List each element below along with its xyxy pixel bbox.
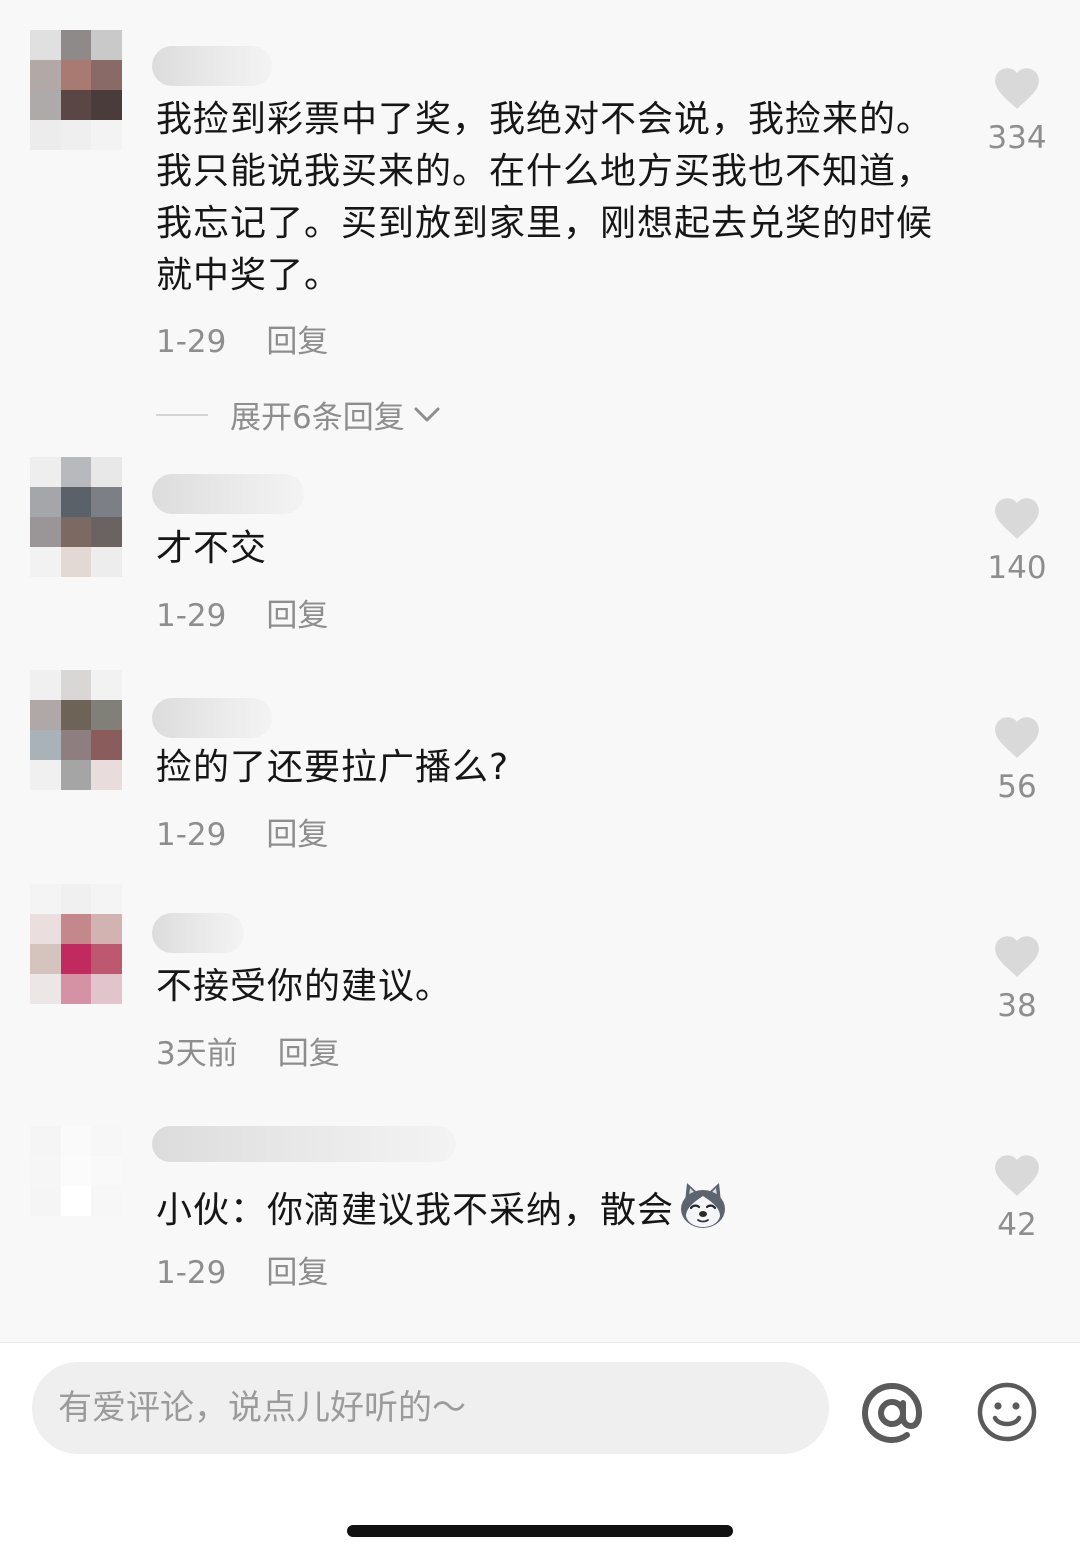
smile-icon[interactable]: [976, 1381, 1038, 1443]
comment-text: 小伙：你滴建议我不采纳，散会: [156, 1180, 956, 1237]
comment-meta: 1-29 回复: [156, 809, 328, 854]
comment-input[interactable]: 有爱评论，说点儿好听的～: [32, 1362, 829, 1454]
comment-meta: 1-29 回复: [156, 1247, 328, 1292]
heart-icon: [995, 936, 1039, 977]
reply-button[interactable]: 回复: [266, 598, 328, 634]
reply-button[interactable]: 回复: [266, 1255, 328, 1291]
comment-meta: 3天前 回复: [156, 1028, 340, 1073]
like-count: 140: [987, 550, 1047, 586]
username[interactable]: [152, 474, 304, 514]
comment-list: 我捡到彩票中了奖，我绝对不会说，我捡来的。我只能说我买来的。在什么地方买我也不知…: [0, 0, 1080, 1342]
heart-icon: [995, 68, 1039, 109]
comment-text: 捡的了还要拉广播么?: [156, 747, 510, 788]
like-count: 42: [997, 1207, 1037, 1243]
username[interactable]: [152, 913, 244, 953]
like-button[interactable]: 56: [975, 713, 1059, 805]
avatar[interactable]: [30, 457, 122, 577]
heart-icon: [995, 498, 1039, 539]
comment-input-bar: 有爱评论，说点儿好听的～: [0, 1342, 1080, 1559]
like-button[interactable]: 38: [975, 932, 1059, 1024]
comment-date: 1-29: [156, 598, 227, 634]
comment-date: 1-29: [156, 817, 227, 853]
comment-date: 1-29: [156, 1255, 227, 1291]
reply-button[interactable]: 回复: [266, 324, 328, 360]
username[interactable]: [152, 698, 272, 738]
avatar[interactable]: [30, 1126, 122, 1246]
reply-button[interactable]: 回复: [278, 1036, 340, 1072]
expand-replies-button[interactable]: 展开6条回复: [156, 392, 441, 437]
heart-icon: [995, 717, 1039, 758]
expand-replies-label: 展开6条回复: [230, 400, 405, 436]
username[interactable]: [152, 46, 272, 86]
comment-date: 3天前: [156, 1036, 238, 1072]
comment-meta: 1-29 回复: [156, 590, 328, 635]
like-count: 334: [987, 120, 1047, 156]
comment-text-content: 小伙：你滴建议我不采纳，散会: [156, 1190, 675, 1231]
avatar[interactable]: [30, 670, 122, 790]
like-button[interactable]: 42: [975, 1151, 1059, 1243]
comment-date: 1-29: [156, 324, 227, 360]
like-button[interactable]: 334: [975, 64, 1059, 156]
avatar[interactable]: [30, 30, 122, 150]
reply-button[interactable]: 回复: [266, 817, 328, 853]
like-count: 56: [997, 769, 1037, 805]
heart-icon: [995, 1155, 1039, 1196]
comment-text: 不接受你的建议。: [156, 966, 453, 1007]
comment-meta: 1-29 回复: [156, 316, 328, 361]
like-button[interactable]: 140: [975, 494, 1059, 586]
husky-dog-emoji: [681, 1183, 726, 1228]
chevron-down-icon: [414, 407, 440, 421]
at-icon[interactable]: [860, 1381, 924, 1445]
comment-text: 才不交: [156, 528, 268, 569]
like-count: 38: [997, 988, 1037, 1024]
home-indicator[interactable]: [347, 1525, 733, 1537]
avatar[interactable]: [30, 884, 122, 1004]
divider-line: [156, 413, 208, 416]
username[interactable]: [152, 1126, 456, 1162]
comment-text: 我捡到彩票中了奖，我绝对不会说，我捡来的。我只能说我买来的。在什么地方买我也不知…: [156, 99, 934, 296]
